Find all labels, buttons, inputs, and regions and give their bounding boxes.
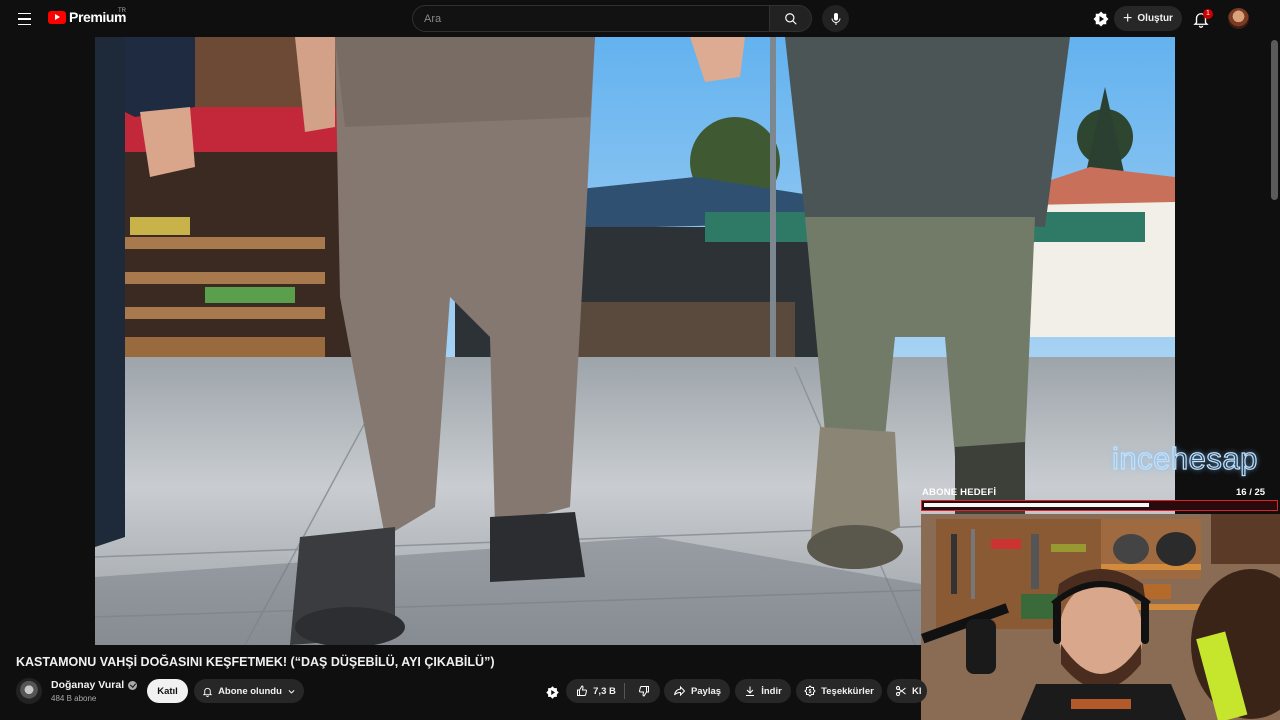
channel-avatar[interactable] <box>16 678 42 704</box>
subscriber-goal-bar <box>921 500 1278 511</box>
subscriber-count: 484 B abone <box>51 694 97 703</box>
streamer-webcam <box>921 514 1280 720</box>
premium-badge-icon-small[interactable] <box>545 685 560 700</box>
hamburger-menu-icon[interactable] <box>12 7 36 31</box>
download-button[interactable]: İndir <box>735 679 791 703</box>
share-label: Paylaş <box>690 685 722 697</box>
search-input[interactable] <box>412 5 770 32</box>
dislike-button[interactable] <box>630 685 650 697</box>
like-button[interactable]: 7,3 B <box>576 683 625 699</box>
share-button[interactable]: Paylaş <box>664 679 730 703</box>
like-count: 7,3 B <box>593 685 616 697</box>
youtube-premium-logo[interactable]: Premium <box>48 9 127 25</box>
thumbs-down-icon <box>638 686 649 697</box>
join-button[interactable]: Katıl <box>147 679 188 703</box>
premium-badge-icon[interactable] <box>1092 10 1110 28</box>
page-scrollbar[interactable] <box>1271 40 1278 200</box>
join-label: Katıl <box>157 685 178 697</box>
thanks-button[interactable]: $ Teşekkürler <box>796 679 882 703</box>
svg-text:$: $ <box>809 689 812 695</box>
video-title: KASTAMONU VAHŞİ DOĞASINI KEŞFETMEK! (“DA… <box>16 655 495 669</box>
channel-name: Doğanay Vural <box>51 679 125 691</box>
subscriber-goal-label: ABONE HEDEFİ <box>922 487 997 498</box>
verified-check-icon <box>128 680 138 690</box>
share-icon <box>673 685 686 697</box>
scissors-icon <box>896 686 906 696</box>
clip-label: Kl <box>912 685 922 697</box>
sponsor-watermark: incehesap <box>1111 440 1258 476</box>
search-button[interactable] <box>769 5 812 32</box>
chevron-down-icon <box>288 689 295 694</box>
webcam-frame <box>921 514 1280 720</box>
super-thanks-icon: $ <box>804 685 816 697</box>
subscriber-goal-fill <box>924 503 1149 507</box>
microphone-icon <box>831 12 840 25</box>
voice-search-button[interactable] <box>822 5 849 32</box>
like-dislike-group: 7,3 B <box>566 679 660 703</box>
top-bar: Premium TR + Oluştur 1 <box>0 0 1280 37</box>
youtube-play-icon <box>48 10 66 24</box>
country-code: TR <box>118 8 126 14</box>
download-label: İndir <box>761 685 782 697</box>
clip-button[interactable]: Kl <box>887 679 927 703</box>
notification-count-badge: 1 <box>1203 9 1213 19</box>
channel-name-link[interactable]: Doğanay Vural <box>51 679 138 691</box>
thumbs-up-icon <box>577 685 588 696</box>
create-button[interactable]: + Oluştur <box>1114 6 1182 31</box>
account-avatar[interactable] <box>1228 8 1249 29</box>
bell-icon <box>202 687 213 697</box>
search-icon <box>784 12 797 25</box>
subscriber-goal-count: 16 / 25 <box>1236 487 1266 498</box>
thanks-label: Teşekkürler <box>821 685 874 697</box>
plus-icon: + <box>1123 9 1133 27</box>
download-icon <box>746 686 755 696</box>
create-label: Oluştur <box>1137 13 1173 24</box>
subscribed-label: Abone olundu <box>218 685 282 697</box>
subscribed-button[interactable]: Abone olundu <box>194 679 304 703</box>
